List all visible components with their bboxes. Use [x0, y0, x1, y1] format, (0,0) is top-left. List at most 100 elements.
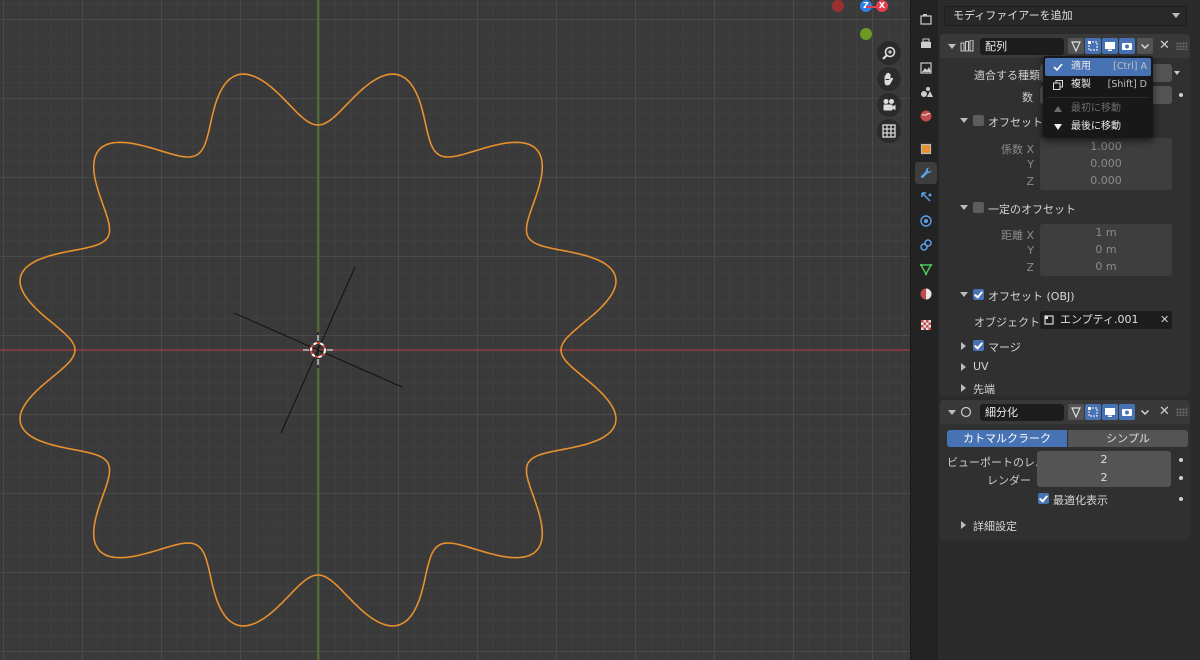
- simple-option[interactable]: シンプル: [1068, 430, 1188, 447]
- tab-view-layer[interactable]: [915, 57, 937, 79]
- uv-subpanel-label[interactable]: UV: [973, 360, 989, 373]
- chevron-down-icon: [1141, 44, 1149, 49]
- render-levels-label: レンダー: [987, 474, 1031, 487]
- camera-view-button[interactable]: [877, 93, 901, 117]
- viewport-levels-field[interactable]: 2: [1037, 451, 1171, 469]
- camera-icon: [883, 99, 896, 111]
- clear-object-button[interactable]: ✕: [1160, 313, 1169, 326]
- catmull-clark-option[interactable]: カトマルクラーク: [947, 430, 1067, 447]
- tab-object[interactable]: [915, 138, 937, 160]
- viewport-display-toggle[interactable]: [1102, 404, 1118, 420]
- camera-icon: [1122, 409, 1132, 416]
- triangle-down-icon: [1054, 124, 1062, 130]
- toggle-projection-button[interactable]: [877, 119, 901, 143]
- modifier-menu-button[interactable]: [1137, 404, 1153, 420]
- 3d-viewport[interactable]: Z X: [0, 0, 910, 660]
- tab-particles[interactable]: [915, 186, 937, 208]
- menu-item-apply[interactable]: 適用 [Ctrl] A: [1045, 58, 1151, 76]
- drag-grip-icon[interactable]: [1176, 408, 1188, 416]
- object-offset-checkbox[interactable]: [973, 289, 984, 300]
- menu-item-move-last[interactable]: 最後に移動: [1045, 118, 1151, 136]
- expand-triangle-icon[interactable]: [961, 521, 966, 529]
- tab-scene[interactable]: [915, 81, 937, 103]
- scene-icon: [921, 87, 933, 97]
- edit-cage-toggle[interactable]: [1068, 404, 1084, 420]
- expand-triangle-icon[interactable]: [961, 384, 966, 392]
- view-layer-icon: [920, 62, 932, 74]
- render-toggle[interactable]: [1119, 38, 1135, 54]
- tab-world[interactable]: [915, 105, 937, 127]
- render-toggle[interactable]: [1119, 404, 1135, 420]
- distance-z-field[interactable]: 0 m: [1040, 258, 1172, 276]
- gizmo-y-ball[interactable]: [860, 28, 872, 40]
- distance-y-field[interactable]: 0 m: [1040, 241, 1172, 259]
- remove-modifier-button[interactable]: ✕: [1159, 404, 1170, 420]
- collapse-triangle-icon[interactable]: [948, 44, 956, 49]
- monitor-icon: [1105, 408, 1115, 417]
- collapse-triangle-icon[interactable]: [960, 292, 968, 297]
- render-levels-field[interactable]: 2: [1037, 469, 1171, 487]
- modifier-menu-button[interactable]: [1137, 38, 1153, 54]
- subdivision-modifier-icon: [960, 406, 972, 418]
- collapse-triangle-icon[interactable]: [960, 118, 968, 123]
- factor-x-field[interactable]: 1.000: [1040, 138, 1172, 156]
- modifier-name-field[interactable]: 細分化: [980, 404, 1064, 421]
- optimal-display-checkbox[interactable]: [1038, 493, 1049, 504]
- object-icon: [920, 143, 932, 155]
- monitor-icon: [1105, 42, 1115, 51]
- pan-button[interactable]: [877, 67, 901, 91]
- object-label: オブジェクト: [974, 316, 1040, 329]
- drag-grip-icon[interactable]: [1176, 42, 1188, 50]
- merge-checkbox[interactable]: [973, 340, 984, 351]
- collapse-triangle-icon[interactable]: [960, 205, 968, 210]
- fit-type-label: 適合する種類: [974, 69, 1040, 82]
- tab-material[interactable]: [915, 283, 937, 305]
- keyframe-dot-icon[interactable]: [1179, 497, 1183, 501]
- constant-offset-label: 一定のオフセット: [988, 203, 1076, 216]
- tab-texture[interactable]: [915, 314, 937, 336]
- tab-render[interactable]: [915, 9, 937, 31]
- zoom-button[interactable]: [877, 41, 901, 65]
- object-picker-field[interactable]: エンプティ.001: [1040, 311, 1172, 329]
- edit-cage-toggle[interactable]: [1068, 38, 1084, 54]
- tab-physics[interactable]: [915, 210, 937, 232]
- menu-item-label: 適用: [1071, 61, 1091, 72]
- menu-item-label: 複製: [1071, 79, 1091, 90]
- menu-item-duplicate[interactable]: 複製 [Shift] D: [1045, 76, 1151, 94]
- particles-icon: [921, 192, 932, 202]
- gizmo-neg-x-ball[interactable]: [832, 0, 844, 12]
- menu-item-move-first[interactable]: 最初に移動: [1045, 100, 1151, 118]
- empty-object-icon: [1044, 315, 1054, 325]
- expand-triangle-icon[interactable]: [961, 342, 966, 350]
- edit-mode-toggle[interactable]: [1085, 38, 1101, 54]
- relative-offset-checkbox[interactable]: [973, 115, 984, 126]
- tab-constraints[interactable]: [915, 234, 937, 256]
- add-modifier-dropdown[interactable]: モディファイアーを追加: [944, 6, 1187, 26]
- material-icon: [920, 288, 932, 300]
- output-icon: [921, 38, 931, 48]
- edit-mode-toggle[interactable]: [1085, 404, 1101, 420]
- advanced-subpanel-label[interactable]: 詳細設定: [973, 518, 1017, 534]
- keyframe-dot-icon[interactable]: [1179, 476, 1183, 480]
- caps-subpanel-label[interactable]: 先端: [973, 381, 995, 397]
- chevron-down-icon: [1141, 410, 1149, 415]
- expand-triangle-icon[interactable]: [961, 363, 966, 371]
- edit-mode-icon: [1088, 407, 1098, 417]
- subdivision-modifier-header[interactable]: 細分化 ✕: [940, 400, 1190, 424]
- modifier-name-field[interactable]: 配列: [980, 38, 1064, 55]
- constant-offset-checkbox[interactable]: [973, 202, 984, 213]
- collapse-triangle-icon[interactable]: [948, 410, 956, 415]
- keyframe-dot-icon[interactable]: [1179, 93, 1183, 97]
- remove-modifier-button[interactable]: ✕: [1159, 38, 1170, 54]
- keyframe-dot-icon[interactable]: [1179, 458, 1183, 462]
- factor-z-label: Z: [1026, 175, 1034, 188]
- tab-modifiers[interactable]: [915, 162, 937, 184]
- array-modifier-header[interactable]: 配列 ✕: [940, 34, 1190, 58]
- factor-y-field[interactable]: 0.000: [1040, 155, 1172, 173]
- tab-output[interactable]: [915, 33, 937, 55]
- factor-z-field[interactable]: 0.000: [1040, 172, 1172, 190]
- tab-data[interactable]: [915, 258, 937, 280]
- distance-x-field[interactable]: 1 m: [1040, 224, 1172, 242]
- mesh-triangle-icon: [1071, 41, 1081, 52]
- viewport-display-toggle[interactable]: [1102, 38, 1118, 54]
